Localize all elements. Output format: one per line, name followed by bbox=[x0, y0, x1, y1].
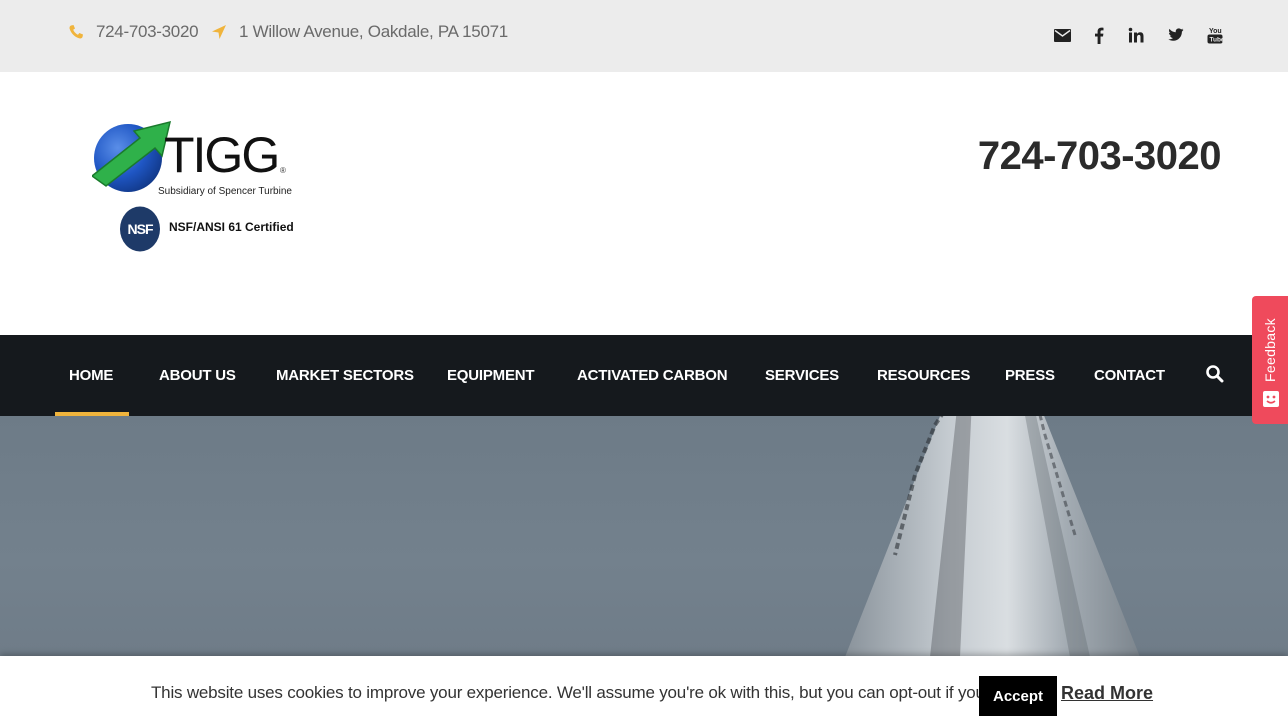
hero-tank-image bbox=[845, 416, 1140, 657]
nav-item-equipment[interactable]: EQUIPMENT bbox=[447, 335, 535, 416]
svg-text:Tube: Tube bbox=[1210, 37, 1224, 44]
nav-item-contact[interactable]: CONTACT bbox=[1094, 335, 1165, 416]
topbar-address[interactable]: 1 Willow Avenue, Oakdale, PA 15071 bbox=[211, 20, 508, 44]
facebook-icon[interactable] bbox=[1088, 24, 1110, 46]
location-arrow-icon bbox=[212, 25, 226, 39]
site-header: TIGG ® Subsidiary of Spencer Turbine NSF… bbox=[0, 72, 1288, 335]
cookie-accept-button[interactable]: Accept bbox=[979, 676, 1057, 716]
cookie-read-more-link[interactable]: Read More bbox=[1061, 683, 1153, 704]
nav-item-about-us[interactable]: ABOUT US bbox=[159, 335, 236, 416]
topbar-phone[interactable]: 724-703-3020 bbox=[68, 20, 199, 44]
twitter-icon[interactable] bbox=[1165, 24, 1187, 46]
nav-item-home[interactable]: HOME bbox=[54, 335, 130, 416]
hero-banner bbox=[0, 416, 1288, 657]
logo-subtitle: Subsidiary of Spencer Turbine bbox=[158, 186, 292, 197]
nsf-badge-text: NSF bbox=[128, 221, 154, 237]
nav-item-activated-carbon[interactable]: ACTIVATED CARBON bbox=[577, 335, 728, 416]
logo-wordmark: TIGG bbox=[164, 127, 280, 183]
email-icon[interactable] bbox=[1051, 24, 1073, 46]
tigg-logo[interactable]: TIGG ® Subsidiary of Spencer Turbine NSF… bbox=[92, 118, 302, 258]
feedback-tab[interactable]: Feedback bbox=[1252, 296, 1288, 424]
phone-icon bbox=[69, 25, 83, 39]
cookie-message: This website uses cookies to improve you… bbox=[151, 683, 1028, 702]
main-nav: HOME ABOUT US MARKET SECTORS EQUIPMENT A… bbox=[0, 335, 1288, 416]
header-phone[interactable]: 724-703-3020 bbox=[978, 134, 1222, 179]
nsf-certification: NSF/ANSI 61 Certified bbox=[169, 220, 294, 234]
topbar-phone-text: 724-703-3020 bbox=[96, 22, 199, 41]
nav-item-press[interactable]: PRESS bbox=[1005, 335, 1055, 416]
top-bar: 724-703-3020 1 Willow Avenue, Oakdale, P… bbox=[0, 0, 1288, 72]
nav-item-resources[interactable]: RESOURCES bbox=[877, 335, 970, 416]
nsf-badge-icon: NSF bbox=[120, 206, 160, 252]
nav-item-services[interactable]: SERVICES bbox=[765, 335, 839, 416]
cookie-banner: This website uses cookies to improve you… bbox=[0, 656, 1288, 720]
feedback-label: Feedback bbox=[1262, 318, 1278, 382]
nav-item-market-sectors[interactable]: MARKET SECTORS bbox=[276, 335, 414, 416]
topbar-address-text: 1 Willow Avenue, Oakdale, PA 15071 bbox=[239, 22, 508, 41]
youtube-icon[interactable]: You Tube bbox=[1204, 24, 1226, 46]
registered-mark: ® bbox=[280, 166, 286, 175]
search-icon[interactable] bbox=[1204, 363, 1226, 385]
svg-text:You: You bbox=[1209, 28, 1222, 35]
smiley-icon bbox=[1263, 391, 1279, 407]
linkedin-icon[interactable] bbox=[1125, 24, 1147, 46]
